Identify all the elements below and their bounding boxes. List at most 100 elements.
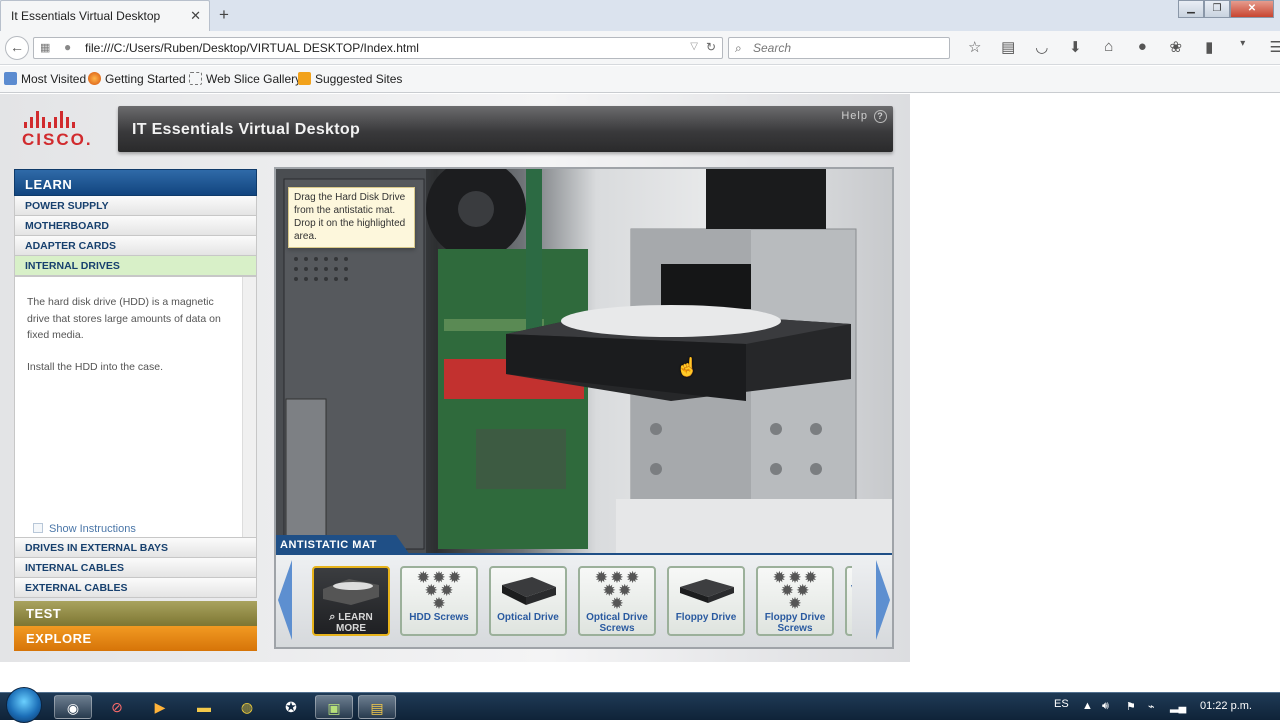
blocked-app-taskbar-icon[interactable]: ⊘ [98, 695, 136, 719]
navigation-bar: ← ▦ ● file:///C:/Users/Ruben/Desktop/VIR… [0, 31, 1280, 65]
search-input[interactable]: ⌕ Search [728, 37, 950, 59]
sync-icon[interactable]: ❀ [1159, 38, 1193, 56]
description-panel: The hard disk drive (HDD) is a magnetic … [14, 276, 257, 538]
bookmark-getting-started[interactable]: Getting Started [88, 72, 186, 86]
pocket-icon[interactable]: ◡ [1025, 38, 1059, 56]
clipboard-icon[interactable]: ▮ [1193, 38, 1227, 56]
antistatic-mat-tray: ⌕ LEARN MORE ✹ ✹ ✹✹ ✹✹ HDD Screws Optica… [276, 555, 892, 647]
start-button[interactable] [6, 687, 42, 723]
card-hard-disk-drive[interactable]: ⌕ LEARN MORE [312, 566, 390, 636]
learn-more-label[interactable]: ⌕ LEARN MORE [314, 612, 388, 634]
screws-icon: ✹ ✹ ✹✹ ✹✹ [402, 571, 476, 609]
cisco-wordmark: CISCO. [22, 130, 94, 150]
card-label: Floppy Drive Screws [758, 612, 832, 634]
bookmark-most-visited[interactable]: Most Visited [4, 72, 86, 86]
card-optical-drive[interactable]: Optical Drive [489, 566, 567, 636]
cisco-logo: CISCO. [22, 110, 94, 150]
language-indicator[interactable]: ES [1054, 698, 1069, 710]
tab-strip: It Essentials Virtual Desktop ✕ + ▁ ❐ ✕ [0, 0, 1280, 31]
description-text: The hard disk drive (HDD) is a magnetic … [27, 294, 237, 344]
volume-icon[interactable]: 🔊︎ [1102, 700, 1109, 713]
instruction-tooltip: Drag the Hard Disk Drive from the antist… [288, 187, 415, 248]
downloads-icon[interactable]: ⬇ [1059, 38, 1093, 56]
clock[interactable]: 01:22 p.m. [1200, 700, 1252, 712]
reading-list-icon[interactable]: ▤ [992, 38, 1026, 56]
chat-icon[interactable]: ● [1126, 38, 1160, 56]
page-icon [189, 72, 202, 85]
bookmark-suggested-sites[interactable]: Suggested Sites [298, 72, 402, 86]
action-center-flag-icon[interactable]: ⚑ [1126, 700, 1136, 713]
partial-card-icon [847, 571, 852, 609]
floppy-drive-icon [674, 571, 738, 609]
network-signal-icon[interactable]: ▂▄ [1170, 700, 1186, 713]
chrome-taskbar-icon[interactable]: ◍ [228, 695, 266, 719]
windows-taskbar: ◉ ⊘ ▶ ▬ ◍ ✪ ▣ ▤ ES ▲ 🔊︎ ⚑ ⌁ ▂▄ 01:22 p.m… [0, 692, 1280, 720]
card-label: Optical Drive [491, 612, 565, 623]
antistatic-mat-label: ANTISTATIC MAT [276, 535, 396, 555]
menu-icon[interactable]: ☰ [1260, 38, 1280, 56]
media-player-taskbar-icon[interactable]: ▶ [141, 695, 179, 719]
optical-drive-icon [496, 571, 560, 609]
bookmarks-bar: Most Visited Getting Started Web Slice G… [0, 66, 1280, 93]
learn-header[interactable]: LEARN [14, 169, 257, 196]
virtual-desktop-taskbar-icon[interactable]: ▤ [358, 695, 396, 719]
screws-icon: ✹ ✹ ✹✹ ✹✹ [758, 571, 832, 609]
close-window-button[interactable]: ✕ [1230, 0, 1274, 18]
sidebar-item-motherboard[interactable]: MOTHERBOARD [14, 216, 257, 236]
card-hdd-screws[interactable]: ✹ ✹ ✹✹ ✹✹ HDD Screws [400, 566, 478, 636]
hdd-icon [319, 571, 383, 609]
sidebar-item-internal-drives[interactable]: INTERNAL DRIVES [14, 256, 257, 276]
firefox-icon [88, 72, 101, 85]
tile-icon[interactable]: ▦ [40, 41, 53, 54]
home-icon[interactable]: ⌂ [1092, 38, 1126, 56]
help-button[interactable]: Help ? [841, 110, 887, 123]
url-bar[interactable]: ▦ ● file:///C:/Users/Ruben/Desktop/VIRTU… [33, 37, 723, 59]
explore-button[interactable]: EXPLORE [14, 626, 257, 651]
card-floppy-drive-screws[interactable]: ✹ ✹ ✹✹ ✹✹ Floppy Drive Screws [756, 566, 834, 636]
bookmark-star-icon[interactable]: ☆ [958, 38, 992, 56]
component-cards: ⌕ LEARN MORE ✹ ✹ ✹✹ ✹✹ HDD Screws Optica… [312, 566, 852, 638]
card-label: Optical Drive Screws [580, 612, 654, 634]
suggested-sites-icon [298, 72, 311, 85]
show-hidden-icons-icon[interactable]: ▲ [1082, 700, 1093, 712]
show-instructions-checkbox[interactable]: Show Instructions [33, 523, 136, 535]
card-optical-drive-screws[interactable]: ✹ ✹ ✹✹ ✹✹ Optical Drive Screws [578, 566, 656, 636]
bookmark-web-slice-gallery[interactable]: Web Slice Gallery [189, 72, 301, 86]
tab-close-icon[interactable]: ✕ [190, 8, 201, 24]
page-title: IT Essentials Virtual Desktop [132, 121, 360, 139]
page-info-icon[interactable]: ● [64, 40, 71, 54]
system-tray: ES ▲ 🔊︎ ⚑ ⌁ ▂▄ 01:22 p.m. [1050, 693, 1280, 721]
sidebar-item-adapter-cards[interactable]: ADAPTER CARDS [14, 236, 257, 256]
card-label: HDD Screws [402, 612, 476, 623]
overflow-arrow-icon[interactable]: ▾ [1226, 38, 1260, 56]
app-taskbar-icon[interactable]: ✪ [272, 695, 310, 719]
back-button[interactable]: ← [5, 36, 29, 60]
help-icon: ? [874, 110, 887, 123]
power-icon[interactable]: ⌁ [1148, 700, 1155, 713]
firefox-taskbar-icon[interactable]: ◉ [54, 695, 92, 719]
sidebar-item-external-cables[interactable]: EXTERNAL CABLES [14, 578, 257, 598]
virtual-desktop-app: CISCO. IT Essentials Virtual Desktop Hel… [0, 94, 910, 662]
card-partial[interactable]: V [845, 566, 852, 636]
explorer-taskbar-icon[interactable]: ▬ [185, 695, 223, 719]
sidebar-item-internal-cables[interactable]: INTERNAL CABLES [14, 558, 257, 578]
checkbox-icon[interactable] [33, 523, 43, 533]
test-button[interactable]: TEST [14, 601, 257, 626]
new-tab-button[interactable]: + [219, 5, 229, 25]
minimize-button[interactable]: ▁ [1178, 0, 1204, 18]
sidebar-item-drives-external-bays[interactable]: DRIVES IN EXTERNAL BAYS [14, 538, 257, 558]
computer-case-scene[interactable]: Drag the Hard Disk Drive from the antist… [276, 169, 892, 555]
instruction-text: Install the HDD into the case. [27, 359, 237, 376]
url-text[interactable]: file:///C:/Users/Ruben/Desktop/VIRTUAL D… [85, 41, 419, 55]
scroll-right-arrow-icon[interactable] [876, 560, 890, 640]
url-dropdown-icon[interactable]: ▽ [690, 41, 698, 52]
card-floppy-drive[interactable]: Floppy Drive [667, 566, 745, 636]
search-placeholder: Search [753, 41, 791, 55]
notepad-taskbar-icon[interactable]: ▣ [315, 695, 353, 719]
maximize-button[interactable]: ❐ [1204, 0, 1230, 18]
scroll-left-arrow-icon[interactable] [278, 560, 292, 640]
reload-icon[interactable]: ↻ [706, 40, 716, 54]
sidebar-item-power-supply[interactable]: POWER SUPPLY [14, 196, 257, 216]
description-scrollbar[interactable] [242, 277, 256, 537]
tab-it-essentials[interactable]: It Essentials Virtual Desktop ✕ [0, 0, 210, 31]
